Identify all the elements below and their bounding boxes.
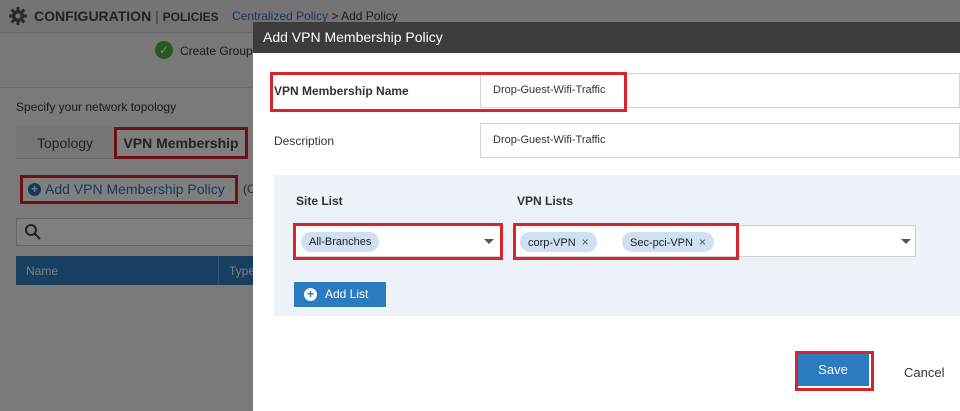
chevron-down-icon[interactable] [901,239,911,244]
add-list-label: Add List [325,287,369,301]
site-list-label: Site List [296,194,343,208]
description-row: Description Drop-Guest-Wifi-Traffic [253,123,960,160]
description-field[interactable]: Drop-Guest-Wifi-Traffic [480,123,960,158]
modal-title: Add VPN Membership Policy [253,22,960,53]
list-panel: Site List VPN Lists All-Branches corp-VP… [274,175,960,316]
cancel-button[interactable]: Cancel [904,365,944,380]
add-vpn-membership-policy-modal: Add VPN Membership Policy VPN Membership… [253,22,960,411]
highlight-vpn-lists [513,223,739,260]
highlight-site-list [293,223,503,260]
add-list-button[interactable]: + Add List [294,282,386,307]
highlight-save [795,351,874,391]
vpn-lists-label: VPN Lists [517,194,574,208]
highlight-name [270,72,627,112]
description-label: Description [274,134,335,148]
plus-circle-icon: + [304,288,317,301]
